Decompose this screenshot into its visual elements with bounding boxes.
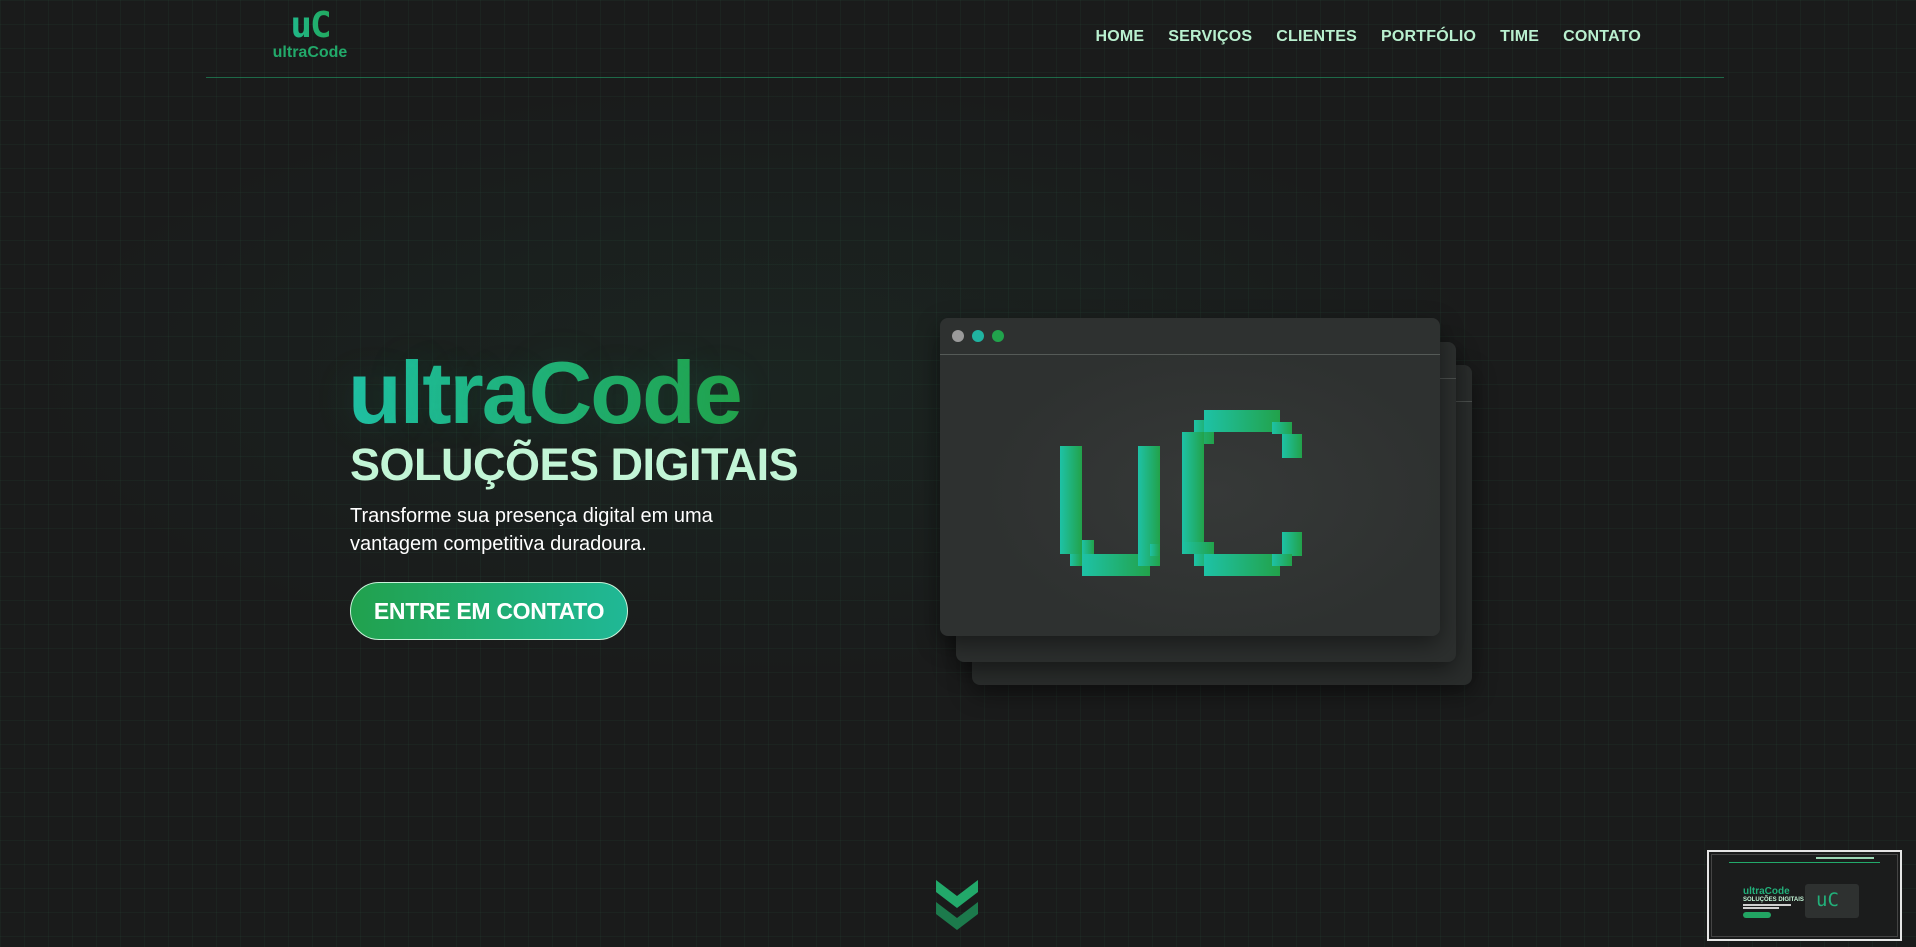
nav-clientes[interactable]: CLIENTES <box>1276 28 1357 46</box>
nav-servicos[interactable]: SERVIÇOS <box>1168 28 1252 46</box>
minimap-logo: uC <box>1816 889 1839 911</box>
logo-text: ultraCode <box>272 44 348 61</box>
chevron-double-down-icon[interactable] <box>936 880 978 930</box>
minimap-title: ultraCode <box>1743 886 1790 897</box>
nav-time[interactable]: TIME <box>1500 28 1539 46</box>
minimap-desc-line <box>1743 904 1791 906</box>
minimap-subtitle: SOLUÇÕES DIGITAIS <box>1743 897 1804 903</box>
minimap-header-line <box>1729 862 1880 863</box>
uc-pixel-logo <box>1060 410 1302 576</box>
main-nav: HOME SERVIÇOS CLIENTES PORTFÓLIO TIME CO… <box>1095 28 1641 46</box>
minimap-cta <box>1743 912 1771 918</box>
teal-dot-icon <box>972 330 984 342</box>
hero-title: ultraCode <box>348 343 743 442</box>
logo[interactable]: uC ultraCode <box>270 8 350 64</box>
gray-dot-icon <box>952 330 964 342</box>
page-minimap[interactable]: ultraCode SOLUÇÕES DIGITAIS uC <box>1707 850 1902 941</box>
browser-window-front <box>940 318 1440 636</box>
site-header: uC ultraCode HOME SERVIÇOS CLIENTES PORT… <box>206 0 1724 78</box>
contact-button[interactable]: ENTRE EM CONTATO <box>350 582 628 640</box>
nav-portfolio[interactable]: PORTFÓLIO <box>1381 28 1476 46</box>
nav-contato[interactable]: CONTATO <box>1563 28 1641 46</box>
hero-description: Transforme sua presença digital em uma v… <box>350 505 713 555</box>
green-dot-icon <box>992 330 1004 342</box>
logo-mark: uC <box>270 8 350 44</box>
minimap-desc-line <box>1743 907 1779 909</box>
window-titlebar <box>940 318 1440 355</box>
nav-home[interactable]: HOME <box>1095 28 1144 46</box>
minimap-nav <box>1816 857 1874 859</box>
hero-subtitle: SOLUÇÕES DIGITAIS <box>350 439 799 490</box>
